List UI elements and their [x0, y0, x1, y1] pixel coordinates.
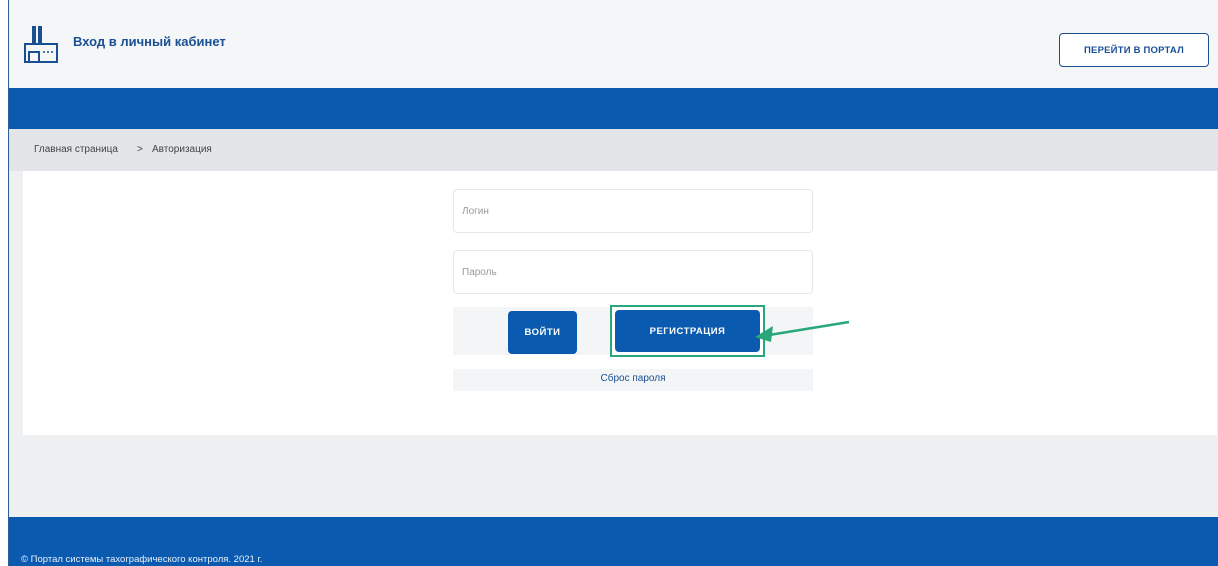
page-frame: Вход в личный кабинет ПЕРЕЙТИ В ПОРТАЛ Г… [8, 0, 1218, 566]
login-button[interactable]: ВОЙТИ [508, 311, 577, 354]
login-input[interactable]: Логин [453, 189, 813, 233]
register-button[interactable]: РЕГИСТРАЦИЯ [615, 310, 760, 352]
reset-row: Сброс пароля [453, 369, 813, 391]
page-title: Вход в личный кабинет [73, 34, 226, 49]
arrow-annotation-icon [755, 320, 850, 342]
register-highlight: РЕГИСТРАЦИЯ [610, 305, 765, 357]
breadcrumb: Главная страница > Авторизация [9, 129, 1218, 171]
header: Вход в личный кабинет ПЕРЕЙТИ В ПОРТАЛ [9, 0, 1218, 88]
go-to-portal-button[interactable]: ПЕРЕЙТИ В ПОРТАЛ [1059, 33, 1209, 67]
nav-band [9, 88, 1218, 129]
factory-icon [24, 26, 58, 63]
reset-password-link[interactable]: Сброс пароля [453, 373, 813, 384]
footer: © Портал системы тахографического контро… [9, 517, 1218, 566]
footer-copyright: © Портал системы тахографического контро… [21, 554, 263, 565]
breadcrumb-separator: > [137, 144, 143, 155]
breadcrumb-home-link[interactable]: Главная страница [34, 144, 118, 155]
login-panel: Логин Пароль ВОЙТИ РЕГИСТРАЦИЯ Сброс пар… [23, 171, 1217, 435]
password-input[interactable]: Пароль [453, 250, 813, 294]
breadcrumb-current: Авторизация [152, 144, 212, 155]
